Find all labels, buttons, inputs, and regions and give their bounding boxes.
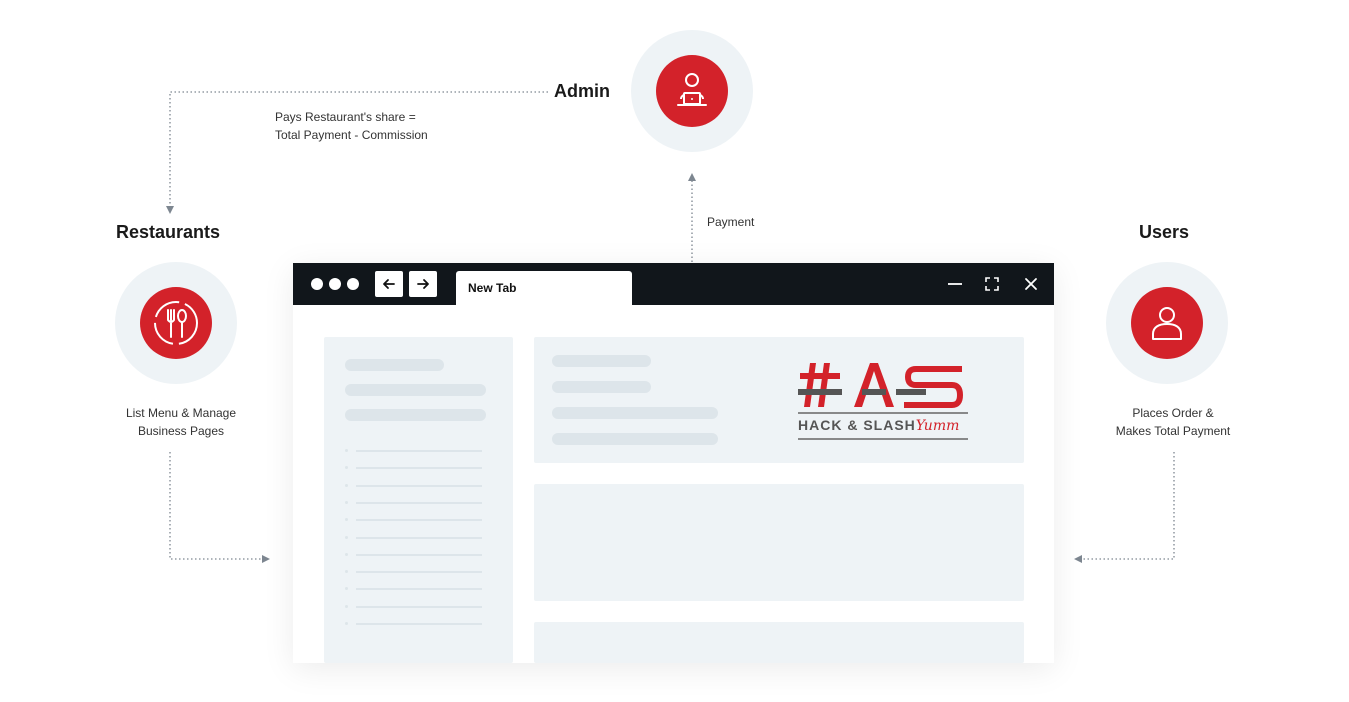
- skeleton-bullet: [345, 449, 348, 452]
- skeleton-line: [356, 467, 482, 470]
- content-placeholder: [534, 622, 1024, 663]
- forward-arrow-icon: [417, 279, 429, 289]
- admin-to-restaurants-note: Pays Restaurant's share = Total Payment …: [275, 108, 428, 144]
- back-button[interactable]: [375, 271, 403, 297]
- restaurants-title: Restaurants: [116, 222, 221, 242]
- restaurants-note-line-2: Business Pages: [137, 424, 225, 438]
- skeleton-bullet: [345, 570, 348, 574]
- logo-text-main: HACK & SLASH: [798, 417, 916, 433]
- users-note-line-1: Places Order &: [1132, 406, 1214, 420]
- fork-spoon-icon: [154, 301, 198, 345]
- skeleton-line: [356, 605, 482, 608]
- restaurants-note: List Menu & Manage Business Pages: [110, 404, 252, 440]
- minimize-icon: [948, 283, 962, 285]
- skeleton-bar: [552, 407, 718, 419]
- skeleton-line: [356, 501, 482, 504]
- skeleton-bullet: [345, 535, 348, 539]
- payment-label: Payment: [707, 215, 755, 229]
- close-button[interactable]: [1021, 274, 1041, 294]
- skeleton-line: [356, 623, 482, 625]
- skeleton-bullet: [345, 604, 348, 608]
- skeleton-line: [356, 450, 482, 452]
- admin-note-line-1: Pays Restaurant's share =: [275, 110, 416, 124]
- users-note-line-2: Makes Total Payment: [1115, 424, 1231, 438]
- skeleton-bar: [345, 384, 486, 396]
- arrowhead-admin: [688, 173, 696, 181]
- window-dot-3: [347, 278, 359, 290]
- admin-title: Admin: [554, 81, 610, 101]
- admin-node: [631, 30, 753, 152]
- skeleton-bullet: [345, 466, 348, 470]
- skeleton-line: [356, 553, 482, 556]
- admin-note-line-2: Total Payment - Commission: [275, 128, 428, 142]
- browser-window: New Tab HACK & SLASHYumm: [293, 263, 1054, 663]
- skeleton-line: [356, 484, 482, 487]
- close-icon: [1025, 278, 1037, 290]
- skeleton-bar: [552, 355, 651, 367]
- skeleton-bar: [345, 409, 486, 421]
- admin-laptop-user-icon: [677, 73, 707, 106]
- restaurants-disc: [140, 287, 212, 359]
- has-logo: HACK & SLASHYumm: [796, 355, 971, 447]
- window-dot-2: [329, 278, 341, 290]
- skeleton-line: [356, 571, 482, 574]
- edge-restaurants-browser: [169, 452, 266, 560]
- maximize-icon: [985, 277, 999, 291]
- edge-users-browser: [1080, 452, 1175, 560]
- skeleton-bullet: [345, 552, 348, 556]
- users-node: [1106, 262, 1228, 384]
- skeleton-bullet: [345, 622, 348, 625]
- skeleton-line: [356, 519, 482, 522]
- has-logo-text: HACK & SLASHYumm: [798, 417, 959, 434]
- arrowhead-browser-left: [262, 555, 270, 563]
- skeleton-line: [356, 536, 482, 539]
- forward-button[interactable]: [409, 271, 437, 297]
- skeleton-bar: [552, 433, 718, 445]
- sidebar-placeholder: [324, 337, 513, 663]
- skeleton-bullet: [345, 483, 348, 487]
- arrowhead-restaurants: [166, 206, 174, 214]
- browser-titlebar: New Tab: [293, 263, 1054, 305]
- restaurants-node: [115, 262, 237, 384]
- users-note: Places Order & Makes Total Payment: [1094, 404, 1252, 440]
- skeleton-bar: [345, 359, 444, 371]
- skeleton-bullet: [345, 518, 348, 522]
- tab-new-tab[interactable]: New Tab: [456, 271, 632, 305]
- window-dot-1: [311, 278, 323, 290]
- restaurants-note-line-1: List Menu & Manage: [125, 406, 237, 420]
- users-disc: [1131, 287, 1203, 359]
- skeleton-line: [356, 588, 482, 591]
- skeleton-bar: [552, 381, 651, 393]
- header-placeholder: HACK & SLASHYumm: [534, 337, 1024, 463]
- users-title: Users: [1139, 222, 1190, 242]
- logo-text-script: Yumm: [915, 418, 960, 434]
- arrowhead-browser-right: [1074, 555, 1082, 563]
- admin-disc: [656, 55, 728, 127]
- back-arrow-icon: [383, 279, 395, 289]
- content-placeholder: [534, 484, 1024, 601]
- maximize-button[interactable]: [982, 274, 1002, 294]
- skeleton-bullet: [345, 500, 348, 504]
- skeleton-bullet: [345, 587, 348, 591]
- user-icon: [1152, 307, 1182, 340]
- minimize-button[interactable]: [945, 274, 965, 294]
- tab-label: New Tab: [468, 281, 517, 295]
